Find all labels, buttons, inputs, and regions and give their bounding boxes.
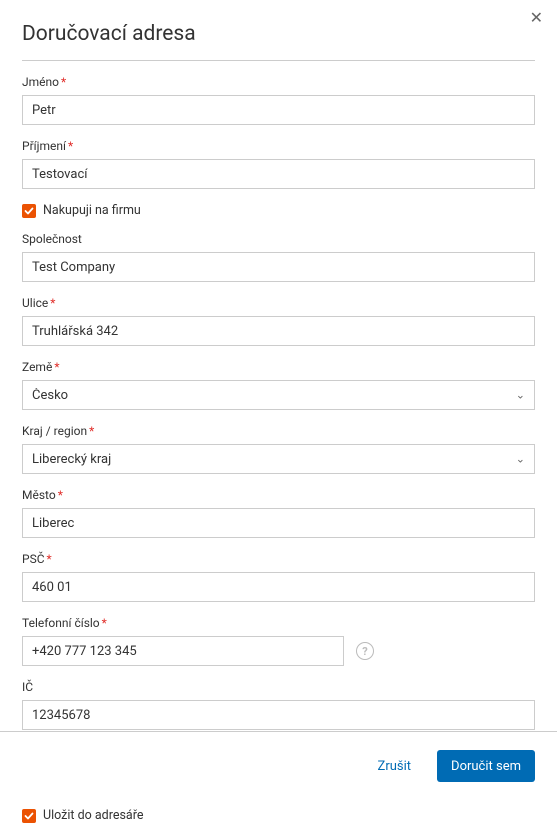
required-mark: * (61, 75, 66, 89)
label-lastname: Příjmení* (22, 139, 535, 153)
street-input[interactable] (22, 316, 535, 346)
required-mark: * (89, 424, 94, 438)
field-region: Kraj / region* Liberecký kraj ⌄ (22, 424, 535, 474)
field-save-address: Uložit do adresáře (22, 808, 535, 823)
lastname-input[interactable] (22, 159, 535, 189)
modal-title: Doručovací adresa (22, 22, 535, 61)
label-company: Společnost (22, 232, 535, 246)
shipping-address-modal: Doručovací adresa Jméno* Příjmení* Nakup… (0, 0, 557, 823)
field-city: Město* (22, 488, 535, 538)
field-company: Společnost (22, 232, 535, 282)
region-select[interactable]: Liberecký kraj (22, 444, 535, 474)
save-address-checkbox[interactable] (22, 809, 36, 823)
field-street: Ulice* (22, 296, 535, 346)
field-lastname: Příjmení* (22, 139, 535, 189)
required-mark: * (47, 552, 52, 566)
city-input[interactable] (22, 508, 535, 538)
firstname-input[interactable] (22, 95, 535, 125)
check-icon (24, 811, 34, 821)
close-icon[interactable]: ✕ (530, 10, 543, 26)
label-city: Město* (22, 488, 535, 502)
required-mark: * (54, 360, 59, 374)
required-mark: * (68, 139, 73, 153)
ic-input[interactable] (22, 700, 535, 730)
label-street: Ulice* (22, 296, 535, 310)
label-region: Kraj / region* (22, 424, 535, 438)
help-icon[interactable]: ? (356, 642, 374, 660)
field-phone: Telefonní číslo* ? (22, 616, 535, 666)
phone-input[interactable] (22, 636, 344, 666)
field-postcode: PSČ* (22, 552, 535, 602)
label-phone: Telefonní číslo* (22, 616, 535, 630)
field-firstname: Jméno* (22, 75, 535, 125)
required-mark: * (102, 616, 107, 630)
required-mark: * (58, 488, 63, 502)
buy-for-company-label: Nakupuji na firmu (43, 203, 141, 218)
label-postcode: PSČ* (22, 552, 535, 566)
country-select[interactable]: Česko (22, 380, 535, 410)
buy-for-company-checkbox[interactable] (22, 204, 36, 218)
submit-button[interactable]: Doručit sem (437, 750, 535, 782)
field-buy-for-company: Nakupuji na firmu (22, 203, 535, 218)
modal-footer: Zrušit Doručit sem (0, 731, 557, 800)
label-firstname: Jméno* (22, 75, 535, 89)
postcode-input[interactable] (22, 572, 535, 602)
field-country: Země* Česko ⌄ (22, 360, 535, 410)
company-input[interactable] (22, 252, 535, 282)
field-ic: IČ (22, 680, 535, 730)
save-address-label: Uložit do adresáře (43, 808, 143, 823)
label-country: Země* (22, 360, 535, 374)
label-ic: IČ (22, 680, 535, 694)
check-icon (24, 206, 34, 216)
cancel-button[interactable]: Zrušit (372, 758, 417, 775)
required-mark: * (50, 296, 55, 310)
